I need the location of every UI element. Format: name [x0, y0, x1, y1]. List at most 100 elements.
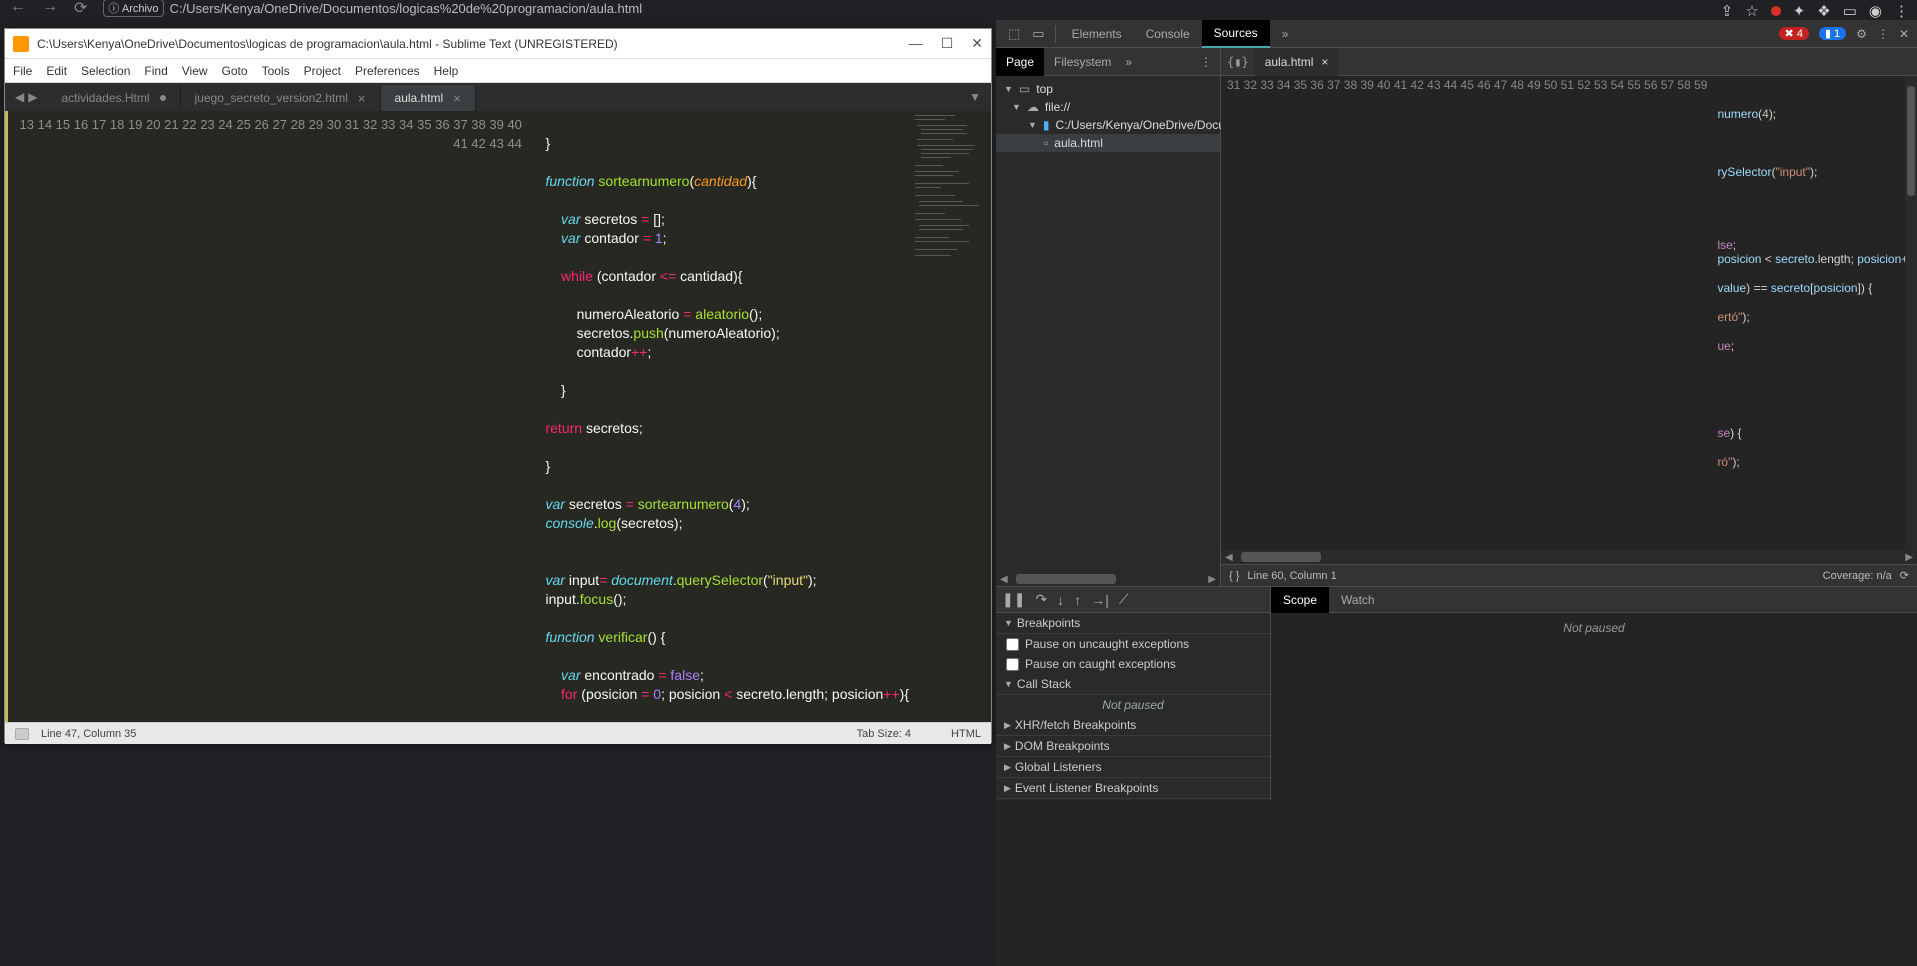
source-code[interactable]: 31 32 33 34 35 36 37 38 39 40 41 42 43 4… [1221, 76, 1917, 550]
tree-top[interactable]: ▼▭top [996, 80, 1220, 98]
puzzle-icon[interactable]: ❖ [1817, 2, 1830, 20]
subtab-menu-icon[interactable]: ⋮ [1192, 55, 1220, 69]
tab-dropdown-icon[interactable]: ▼ [959, 90, 991, 104]
menu-icon[interactable]: ⋮ [1894, 2, 1909, 20]
kebab-icon[interactable]: ⋮ [1877, 27, 1889, 41]
step-over-icon[interactable]: ↷ [1035, 591, 1047, 608]
inspect-icon[interactable]: ⬚ [1002, 26, 1026, 42]
devtools-source: {▮} aula.html× 31 32 33 34 35 36 37 38 3… [1221, 48, 1917, 586]
window-icon[interactable]: ▭ [1843, 2, 1857, 20]
browser-right-icons: ⇪ ☆ ✦ ❖ ▭ ◉ ⋮ [1721, 2, 1909, 20]
error-badge[interactable]: ✖ 4 [1779, 27, 1809, 40]
menu-find[interactable]: Find [144, 64, 167, 78]
pause-uncaught-checkbox[interactable]: Pause on uncaught exceptions [996, 634, 1270, 654]
nav-hscroll[interactable]: ◀▶ [996, 572, 1220, 586]
menu-edit[interactable]: Edit [46, 64, 67, 78]
dom-bp-header[interactable]: ▶DOM Breakpoints [996, 736, 1270, 757]
scope-tab[interactable]: Scope [1271, 587, 1329, 613]
tab-console[interactable]: Console [1134, 20, 1202, 48]
global-listeners-header[interactable]: ▶Global Listeners [996, 757, 1270, 778]
sublime-titlebar[interactable]: C:\Users\Kenya\OneDrive\Documentos\logic… [5, 29, 991, 59]
forward-icon[interactable]: → [42, 0, 58, 18]
coverage[interactable]: Coverage: n/a [1823, 570, 1892, 582]
url-text[interactable]: C:/Users/Kenya/OneDrive/Documentos/logic… [170, 1, 643, 16]
menu-project[interactable]: Project [304, 64, 341, 78]
editor-tab[interactable]: juego_secreto_version2.html× [181, 85, 381, 111]
tree-folder[interactable]: ▼▮C:/Users/Kenya/OneDrive/Docu [996, 116, 1220, 134]
tree-file[interactable]: ▫aula.html [996, 134, 1220, 152]
back-icon[interactable]: ← [10, 0, 26, 18]
devtools-navigator: Page Filesystem » ⋮ ▼▭top ▼☁file:// ▼▮C:… [996, 48, 1221, 586]
subtab-page[interactable]: Page [996, 48, 1044, 76]
source-vscroll[interactable] [1905, 76, 1917, 550]
debugger-controls: ❚❚ ↷ ↓ ↑ →| ⟋ [996, 587, 1270, 613]
menu-preferences[interactable]: Preferences [355, 64, 420, 78]
sublime-editor[interactable]: 13 14 15 16 17 18 19 20 21 22 23 24 25 2… [5, 111, 991, 722]
source-statusbar: { } Line 60, Column 1 Coverage: n/a ⟳ [1221, 564, 1917, 586]
tab-elements[interactable]: Elements [1060, 20, 1134, 48]
xhr-bp-header[interactable]: ▶XHR/fetch Breakpoints [996, 715, 1270, 736]
close-icon[interactable]: ✕ [971, 35, 983, 52]
tab-sources[interactable]: Sources [1202, 20, 1270, 48]
menu-tools[interactable]: Tools [262, 64, 290, 78]
menu-file[interactable]: File [13, 64, 32, 78]
share-icon[interactable]: ⇪ [1721, 2, 1734, 20]
menu-help[interactable]: Help [434, 64, 459, 78]
devtools-panel: ⬚ ▭ Elements Console Sources » ✖ 4 ▮ 1 ⚙… [996, 20, 1917, 966]
syntax-lang[interactable]: HTML [951, 728, 981, 740]
close-icon[interactable]: × [358, 91, 366, 106]
notification-icon[interactable] [1771, 6, 1781, 16]
sublime-window: C:\Users\Kenya\OneDrive\Documentos\logic… [4, 28, 992, 743]
source-cursor-pos: Line 60, Column 1 [1247, 570, 1336, 582]
source-hscroll[interactable]: ◀▶ [1221, 550, 1917, 564]
minimize-icon[interactable]: — [909, 35, 923, 52]
step-into-icon[interactable]: ↓ [1057, 592, 1064, 608]
tab-next-icon[interactable]: ▶ [28, 90, 37, 104]
sublime-statusbar: Line 47, Column 35 Tab Size: 4 HTML [5, 722, 991, 744]
scope-body: Not paused [1271, 613, 1917, 800]
coverage-reload-icon[interactable]: ⟳ [1900, 569, 1909, 582]
event-bp-header[interactable]: ▶Event Listener Breakpoints [996, 778, 1270, 799]
subtab-filesystem[interactable]: Filesystem [1044, 48, 1121, 76]
window-title: C:\Users\Kenya\OneDrive\Documentos\logic… [37, 37, 618, 51]
source-content[interactable]: numero(4); rySelector("input"); lse; pos… [1713, 76, 1917, 550]
step-icon[interactable]: →| [1091, 592, 1109, 608]
gear-icon[interactable]: ⚙ [1856, 27, 1867, 41]
editor-tab[interactable]: actividades.Html [47, 85, 180, 111]
devtools-close-icon[interactable]: ✕ [1899, 27, 1909, 41]
avatar-icon[interactable]: ◉ [1869, 2, 1882, 20]
file-tree[interactable]: ▼▭top ▼☁file:// ▼▮C:/Users/Kenya/OneDriv… [996, 76, 1220, 156]
callstack-header[interactable]: ▼Call Stack [996, 674, 1270, 695]
deactivate-bp-icon[interactable]: ⟋ [1119, 591, 1129, 608]
close-icon[interactable]: × [453, 91, 461, 106]
status-panel-icon[interactable] [15, 728, 29, 740]
tree-scheme[interactable]: ▼☁file:// [996, 98, 1220, 116]
subtab-more-icon[interactable]: » [1125, 55, 1132, 69]
maximize-icon[interactable]: ☐ [941, 35, 954, 52]
editor-tab[interactable]: aula.html× [381, 85, 476, 111]
source-tab-aula[interactable]: aula.html× [1255, 48, 1339, 76]
breakpoints-header[interactable]: ▼Breakpoints [996, 613, 1270, 634]
tab-prev-icon[interactable]: ◀ [15, 90, 24, 104]
pause-caught-checkbox[interactable]: Pause on caught exceptions [996, 654, 1270, 674]
step-out-icon[interactable]: ↑ [1074, 592, 1081, 608]
menu-goto[interactable]: Goto [222, 64, 248, 78]
close-icon[interactable]: × [1321, 55, 1328, 69]
pretty-print-indicator[interactable]: { } [1229, 570, 1239, 582]
line-gutter: 13 14 15 16 17 18 19 20 21 22 23 24 25 2… [5, 111, 530, 722]
tab-more[interactable]: » [1270, 20, 1301, 48]
code-content[interactable]: } function sortearnumero(cantidad){ var … [530, 111, 909, 722]
reload-icon[interactable]: ⟳ [74, 0, 87, 18]
sublime-menubar: File Edit Selection Find View Goto Tools Projec… [5, 59, 991, 83]
pretty-print-icon[interactable]: {▮} [1227, 55, 1249, 69]
menu-view[interactable]: View [182, 64, 208, 78]
minimap[interactable] [909, 111, 991, 722]
tab-size[interactable]: Tab Size: 4 [857, 728, 911, 740]
star-icon[interactable]: ☆ [1745, 2, 1758, 20]
device-icon[interactable]: ▭ [1026, 26, 1050, 42]
info-badge[interactable]: ▮ 1 [1819, 27, 1846, 40]
watch-tab[interactable]: Watch [1329, 587, 1387, 613]
pause-icon[interactable]: ❚❚ [1002, 591, 1025, 608]
extension-icon[interactable]: ✦ [1793, 2, 1806, 20]
menu-selection[interactable]: Selection [81, 64, 130, 78]
